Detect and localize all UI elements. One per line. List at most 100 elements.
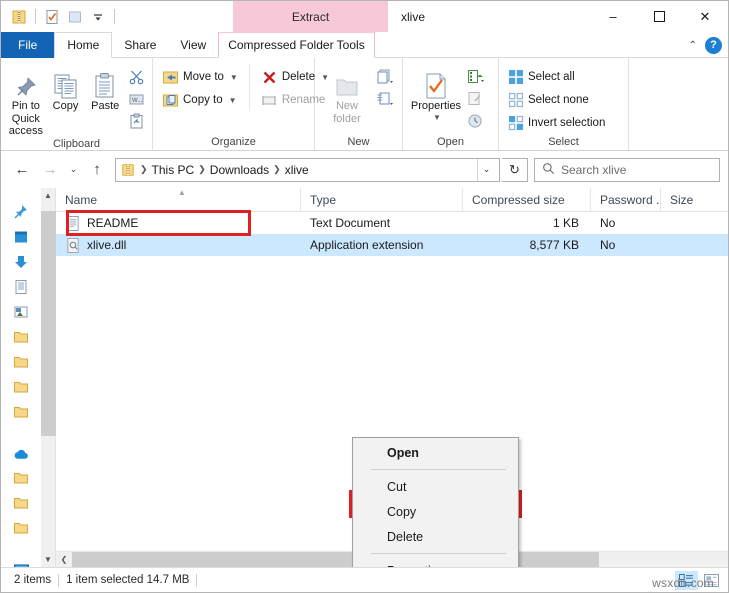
qat-dropdown-icon[interactable] — [88, 7, 108, 27]
invert-selection-icon — [508, 115, 524, 131]
context-menu-separator-1 — [371, 469, 506, 470]
folder-icon-5[interactable] — [13, 470, 30, 486]
cell-size — [661, 234, 725, 256]
open-icon[interactable] — [465, 67, 485, 87]
column-header-name[interactable]: ▲ Name — [56, 188, 301, 212]
copy-to-caret-icon[interactable]: ▼ — [229, 96, 237, 105]
downloads-icon[interactable] — [13, 254, 30, 270]
maximize-button[interactable] — [636, 1, 682, 32]
select-all-button[interactable]: Select all — [505, 66, 608, 88]
refresh-button[interactable]: ↻ — [502, 157, 528, 182]
edit-icon[interactable] — [465, 89, 485, 109]
onedrive-icon[interactable] — [13, 447, 30, 461]
context-menu-item-properties[interactable]: Properties — [353, 558, 518, 568]
ribbon-group-label-organize: Organize — [211, 135, 256, 148]
context-menu-item-cut[interactable]: Cut — [353, 474, 518, 499]
move-to-caret-icon[interactable]: ▼ — [230, 73, 238, 82]
properties-icon[interactable] — [42, 7, 62, 27]
pictures-icon[interactable] — [13, 304, 30, 320]
close-button[interactable]: ✕ — [682, 1, 728, 32]
tab-file[interactable]: File — [1, 32, 55, 58]
copy-to-button[interactable]: Copy to ▼ — [159, 89, 241, 111]
tab-compressed-folder-tools[interactable]: Compressed Folder Tools — [218, 32, 375, 58]
context-menu-item-delete[interactable]: Delete — [353, 524, 518, 549]
table-row[interactable]: README Text Document 1 KB No — [56, 212, 728, 234]
documents-icon[interactable] — [13, 279, 30, 295]
large-icons-view-icon[interactable] — [700, 571, 723, 590]
folder-icon-4[interactable] — [13, 404, 30, 420]
move-to-button[interactable]: Move to ▼ — [159, 66, 241, 88]
search-box[interactable]: Search xlive — [534, 157, 720, 182]
easy-access-icon[interactable] — [375, 89, 395, 109]
breadcrumb-bar[interactable]: ❯ This PC ❯ Downloads ❯ xlive ⌄ — [115, 157, 500, 182]
column-header-compressed-size[interactable]: Compressed size — [463, 188, 591, 212]
zip-folder-icon[interactable] — [9, 7, 29, 27]
hscroll-thumb[interactable] — [72, 551, 599, 567]
delete-label: Delete — [281, 71, 316, 83]
new-folder-icon[interactable] — [65, 7, 85, 27]
navpane-scrollbar[interactable]: ▲ ▼ — [40, 188, 56, 567]
ribbon-tab-right-controls: ⌃ ? — [689, 32, 722, 58]
properties-big-icon — [423, 66, 449, 100]
navpane-scroll-down-icon[interactable]: ▼ — [41, 552, 56, 567]
new-item-icon[interactable] — [375, 67, 395, 87]
copy-button[interactable]: Copy — [47, 64, 85, 113]
breadcrumb-separator-2[interactable]: ❯ — [272, 164, 282, 175]
invert-selection-button[interactable]: Invert selection — [505, 112, 608, 134]
navpane-scroll-up-icon[interactable]: ▲ — [41, 188, 56, 203]
collapse-ribbon-icon[interactable]: ⌃ — [689, 40, 697, 51]
quick-access-pin-icon[interactable] — [13, 204, 30, 220]
folder-icon-2[interactable] — [13, 354, 30, 370]
column-header-password[interactable]: Password ... — [591, 188, 661, 212]
tab-view[interactable]: View — [168, 32, 218, 58]
navpane-scroll-thumb[interactable] — [40, 211, 56, 436]
column-header-type[interactable]: Type — [301, 188, 463, 212]
copy-label: Copy — [52, 100, 79, 112]
breadcrumb-separator-1[interactable]: ❯ — [197, 164, 207, 175]
up-button[interactable]: ↑ — [84, 157, 110, 183]
paste-button[interactable]: Paste — [86, 64, 124, 113]
status-separator-2 — [196, 573, 198, 587]
search-input[interactable]: Search xlive — [561, 163, 626, 177]
recent-locations-button[interactable]: ⌄ — [65, 157, 82, 183]
breadcrumb-dropdown-icon[interactable]: ⌄ — [477, 158, 495, 181]
new-folder-label-line2: folder — [333, 112, 361, 125]
pin-to-quick-access-button[interactable]: Pin to Quick access — [7, 64, 45, 138]
breadcrumb-item-this-pc[interactable]: This PC — [152, 163, 195, 177]
tab-share[interactable]: Share — [112, 32, 168, 58]
properties-button[interactable]: Properties ▼ — [409, 64, 463, 122]
cell-size — [661, 212, 725, 234]
breadcrumb-separator-0[interactable]: ❯ — [139, 164, 149, 175]
minimize-button[interactable]: – — [590, 1, 636, 32]
column-header-name-label: Name — [65, 192, 98, 207]
tab-home[interactable]: Home — [54, 32, 113, 58]
title-bar: Extract xlive – ✕ — [1, 1, 728, 32]
context-menu-item-copy[interactable]: Copy — [353, 499, 518, 524]
hscroll-left-icon[interactable]: ❮ — [56, 552, 72, 568]
breadcrumb-item-downloads[interactable]: Downloads — [210, 163, 269, 177]
column-header-size[interactable]: Size — [661, 188, 725, 212]
properties-caret-icon[interactable]: ▼ — [433, 113, 441, 122]
ribbon-group-label-new: New — [347, 135, 370, 148]
select-buttons: Select all Select none Invert selection — [505, 64, 608, 134]
details-view-icon[interactable] — [675, 570, 698, 590]
paste-shortcut-icon[interactable] — [126, 111, 146, 131]
qat-separator-2 — [114, 9, 115, 24]
breadcrumb-item-xlive[interactable]: xlive — [285, 163, 309, 177]
folder-icon-3[interactable] — [13, 379, 30, 395]
select-none-button[interactable]: Select none — [505, 89, 608, 111]
cell-compressed-size: 1 KB — [552, 216, 579, 230]
folder-icon-1[interactable] — [13, 329, 30, 345]
column-header-password-label: Password ... — [600, 192, 661, 207]
help-icon[interactable]: ? — [705, 36, 722, 54]
context-menu-item-open[interactable]: Open — [353, 440, 518, 465]
history-icon[interactable] — [465, 111, 485, 131]
copy-path-icon[interactable]: W... — [126, 89, 146, 109]
folder-icon-7[interactable] — [13, 520, 30, 536]
back-button[interactable]: ← — [9, 157, 35, 183]
scissors-icon[interactable] — [126, 67, 146, 87]
table-row[interactable]: xlive.dll Application extension 8,577 KB… — [56, 234, 728, 256]
navpane-scroll-track[interactable] — [40, 203, 56, 552]
folder-icon-6[interactable] — [13, 495, 30, 511]
desktop-icon[interactable] — [13, 229, 30, 245]
